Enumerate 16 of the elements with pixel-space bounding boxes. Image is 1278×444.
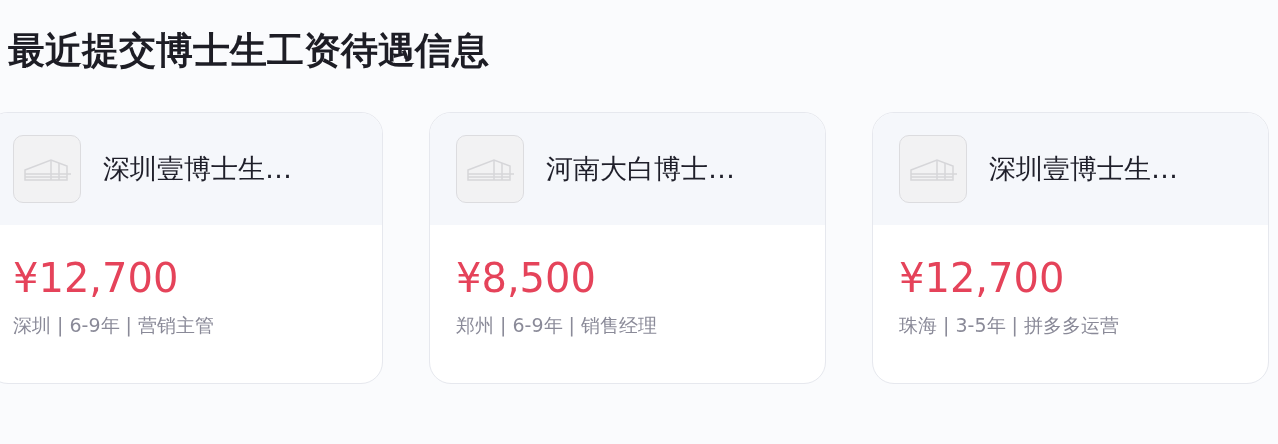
job-details: 珠海 | 3-5年 | 拼多多运营 <box>899 313 1119 339</box>
building-icon <box>907 156 959 182</box>
job-details: 深圳 | 6-9年 | 营销主管 <box>13 313 214 339</box>
salary-card[interactable]: 河南大白博士… ¥8,500 郑州 | 6-9年 | 销售经理 <box>429 112 826 384</box>
company-name: 深圳壹博士生… <box>989 152 1178 186</box>
building-icon <box>21 156 73 182</box>
building-icon <box>464 156 516 182</box>
company-name: 深圳壹博士生… <box>103 152 292 186</box>
salary-amount: ¥12,700 <box>899 254 1065 303</box>
salary-card[interactable]: 深圳壹博士生… ¥12,700 珠海 | 3-5年 | 拼多多运营 <box>872 112 1269 384</box>
salary-amount: ¥12,700 <box>13 254 179 303</box>
section-title: 最近提交博士生工资待遇信息 <box>8 28 490 74</box>
job-details: 郑州 | 6-9年 | 销售经理 <box>456 313 657 339</box>
salary-card[interactable]: 深圳壹博士生… ¥12,700 深圳 | 6-9年 | 营销主管 <box>0 112 383 384</box>
salary-amount: ¥8,500 <box>456 254 596 303</box>
company-name: 河南大白博士… <box>546 152 735 186</box>
